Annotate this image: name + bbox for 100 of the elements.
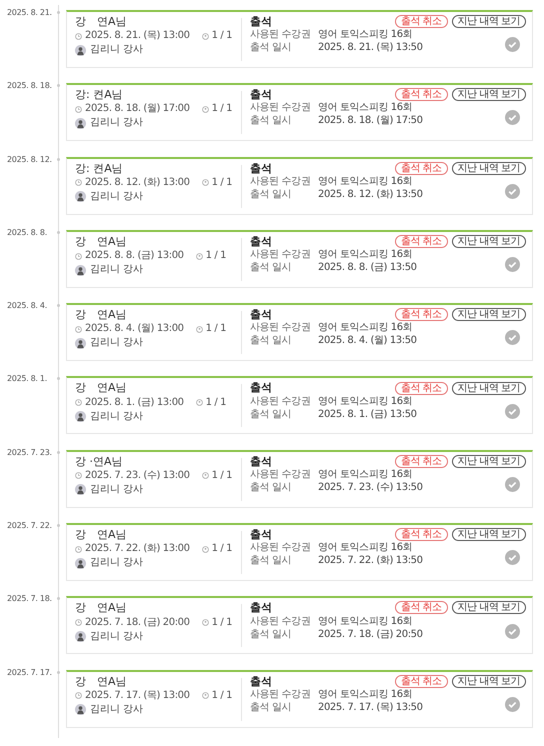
session-time: 2025. 7. 17. (목) 13:00: [85, 690, 190, 702]
teacher-name: 김리니 강사: [90, 117, 144, 130]
history-button[interactable]: 지난 내역 보기: [452, 528, 526, 542]
attendance-status: 출석: [250, 674, 272, 688]
student-name: 강 연A님: [75, 308, 128, 322]
attendance-status: 출석: [250, 528, 272, 542]
clock-icon: [75, 106, 82, 113]
session-time: 2025. 8. 18. (월) 17:00: [85, 103, 190, 116]
history-button[interactable]: 지난 내역 보기: [452, 308, 526, 322]
cancel-attendance-button[interactable]: 출석 취소: [394, 674, 448, 688]
check-icon: [505, 257, 520, 272]
attendance-status: 출석: [250, 308, 272, 322]
ticket-label: 사용된 수강권: [250, 542, 312, 554]
date-label: 2025. 8. 8.: [6, 226, 48, 239]
avatar-icon: [75, 264, 86, 276]
session-count: 1 / 1: [212, 690, 232, 702]
session-time: 2025. 8. 1. (금) 13:00: [85, 396, 184, 409]
person-icon: [202, 692, 209, 700]
session-count: 1 / 1: [206, 396, 226, 409]
history-button[interactable]: 지난 내역 보기: [452, 382, 526, 395]
person-icon: [202, 472, 209, 480]
ticket-name: 영어 토익스피킹 16회: [318, 249, 412, 262]
history-button[interactable]: 지난 내역 보기: [452, 88, 526, 102]
cancel-attendance-button[interactable]: 출석 취소: [394, 234, 448, 248]
date-label: 2025. 7. 22.: [6, 520, 53, 532]
attendance-status: 출석: [250, 381, 272, 395]
clock-icon: [75, 179, 82, 186]
person-icon: [202, 32, 209, 40]
cancel-attendance-button[interactable]: 출석 취소: [394, 382, 448, 395]
attendance-time-label: 출석 일시: [250, 188, 292, 201]
teacher-name: 김리니 강사: [90, 190, 144, 203]
teacher-name: 김리니 강사: [90, 44, 144, 56]
clock-icon: [75, 546, 82, 553]
attendance-time: 2025. 8. 12. (화) 13:50: [318, 188, 423, 201]
session-time: 2025. 8. 4. (월) 13:00: [85, 323, 184, 336]
avatar-icon: [75, 411, 86, 422]
ticket-name: 영어 토익스피킹 16회: [318, 102, 412, 114]
cancel-attendance-button[interactable]: 출석 취소: [394, 88, 448, 102]
student-name: 강 연A님: [75, 381, 128, 395]
history-button[interactable]: 지난 내역 보기: [452, 234, 526, 248]
person-icon: [202, 619, 209, 626]
attendance-time-label: 출석 일시: [250, 555, 292, 568]
ticket-name: 영어 토익스피킹 16회: [318, 616, 412, 628]
ticket-name: 영어 토익스피킹 16회: [318, 29, 412, 42]
cancel-attendance-button[interactable]: 출석 취소: [394, 601, 448, 614]
cancel-attendance-button[interactable]: 출석 취소: [394, 15, 448, 28]
check-icon: [505, 476, 520, 492]
clock-icon: [75, 472, 82, 480]
student-name: 강 연A님: [75, 15, 128, 28]
avatar-icon: [75, 44, 86, 56]
attendance-status: 출석: [250, 234, 272, 248]
avatar-icon: [75, 558, 86, 569]
attendance-status: 출석: [250, 88, 272, 102]
ticket-label: 사용된 수강권: [250, 688, 312, 701]
session-count: 1 / 1: [212, 616, 232, 629]
session-count: 1 / 1: [206, 250, 226, 262]
date-label: 2025. 7. 23.: [6, 446, 53, 459]
attendance-time: 2025. 8. 4. (월) 13:50: [318, 335, 417, 348]
attendance-time-label: 출석 일시: [250, 628, 292, 641]
attendance-time: 2025. 8. 1. (금) 13:50: [318, 408, 417, 421]
attendance-status: 출석: [250, 15, 272, 28]
student-name: 강 ·연A님: [75, 454, 124, 468]
avatar-icon: [75, 338, 86, 349]
attendance-time-label: 출석 일시: [250, 482, 292, 494]
session-count: 1 / 1: [212, 103, 232, 116]
attendance-status: 출석: [250, 162, 272, 175]
person-icon: [196, 399, 203, 406]
history-button[interactable]: 지난 내역 보기: [452, 674, 526, 688]
session-time: 2025. 8. 12. (화) 13:00: [85, 176, 190, 189]
cancel-attendance-button[interactable]: 출석 취소: [394, 308, 448, 322]
history-button[interactable]: 지난 내역 보기: [452, 15, 526, 28]
ticket-label: 사용된 수강권: [250, 616, 312, 628]
attendance-time-label: 출석 일시: [250, 408, 292, 421]
student-name: 강 연A님: [75, 528, 128, 542]
cancel-attendance-button[interactable]: 출석 취소: [394, 528, 448, 542]
attendance-time: 2025. 7. 23. (수) 13:50: [318, 482, 423, 494]
check-icon: [505, 184, 520, 199]
person-icon: [196, 326, 203, 333]
session-count: 1 / 1: [212, 543, 232, 556]
history-button[interactable]: 지난 내역 보기: [452, 162, 526, 175]
check-icon: [505, 330, 520, 346]
check-icon: [505, 37, 520, 52]
person-icon: [202, 546, 209, 553]
ticket-label: 사용된 수강권: [250, 468, 312, 481]
cancel-attendance-button[interactable]: 출석 취소: [394, 454, 448, 468]
attendance-time-label: 출석 일시: [250, 42, 292, 54]
history-button[interactable]: 지난 내역 보기: [452, 454, 526, 468]
clock-icon: [75, 252, 82, 260]
ticket-label: 사용된 수강권: [250, 249, 312, 262]
teacher-name: 김리니 강사: [90, 264, 144, 276]
student-name: 강: 켠A님: [75, 162, 124, 175]
ticket-label: 사용된 수강권: [250, 176, 312, 188]
student-name: 강 연A님: [75, 601, 128, 615]
cancel-attendance-button[interactable]: 출석 취소: [394, 162, 448, 175]
history-button[interactable]: 지난 내역 보기: [452, 601, 526, 614]
date-label: 2025. 8. 1.: [6, 373, 48, 386]
date-label: 2025. 7. 17.: [6, 666, 53, 679]
ticket-name: 영어 토익스피킹 16회: [318, 176, 412, 188]
ticket-label: 사용된 수강권: [250, 396, 312, 408]
teacher-name: 김리니 강사: [90, 704, 144, 716]
